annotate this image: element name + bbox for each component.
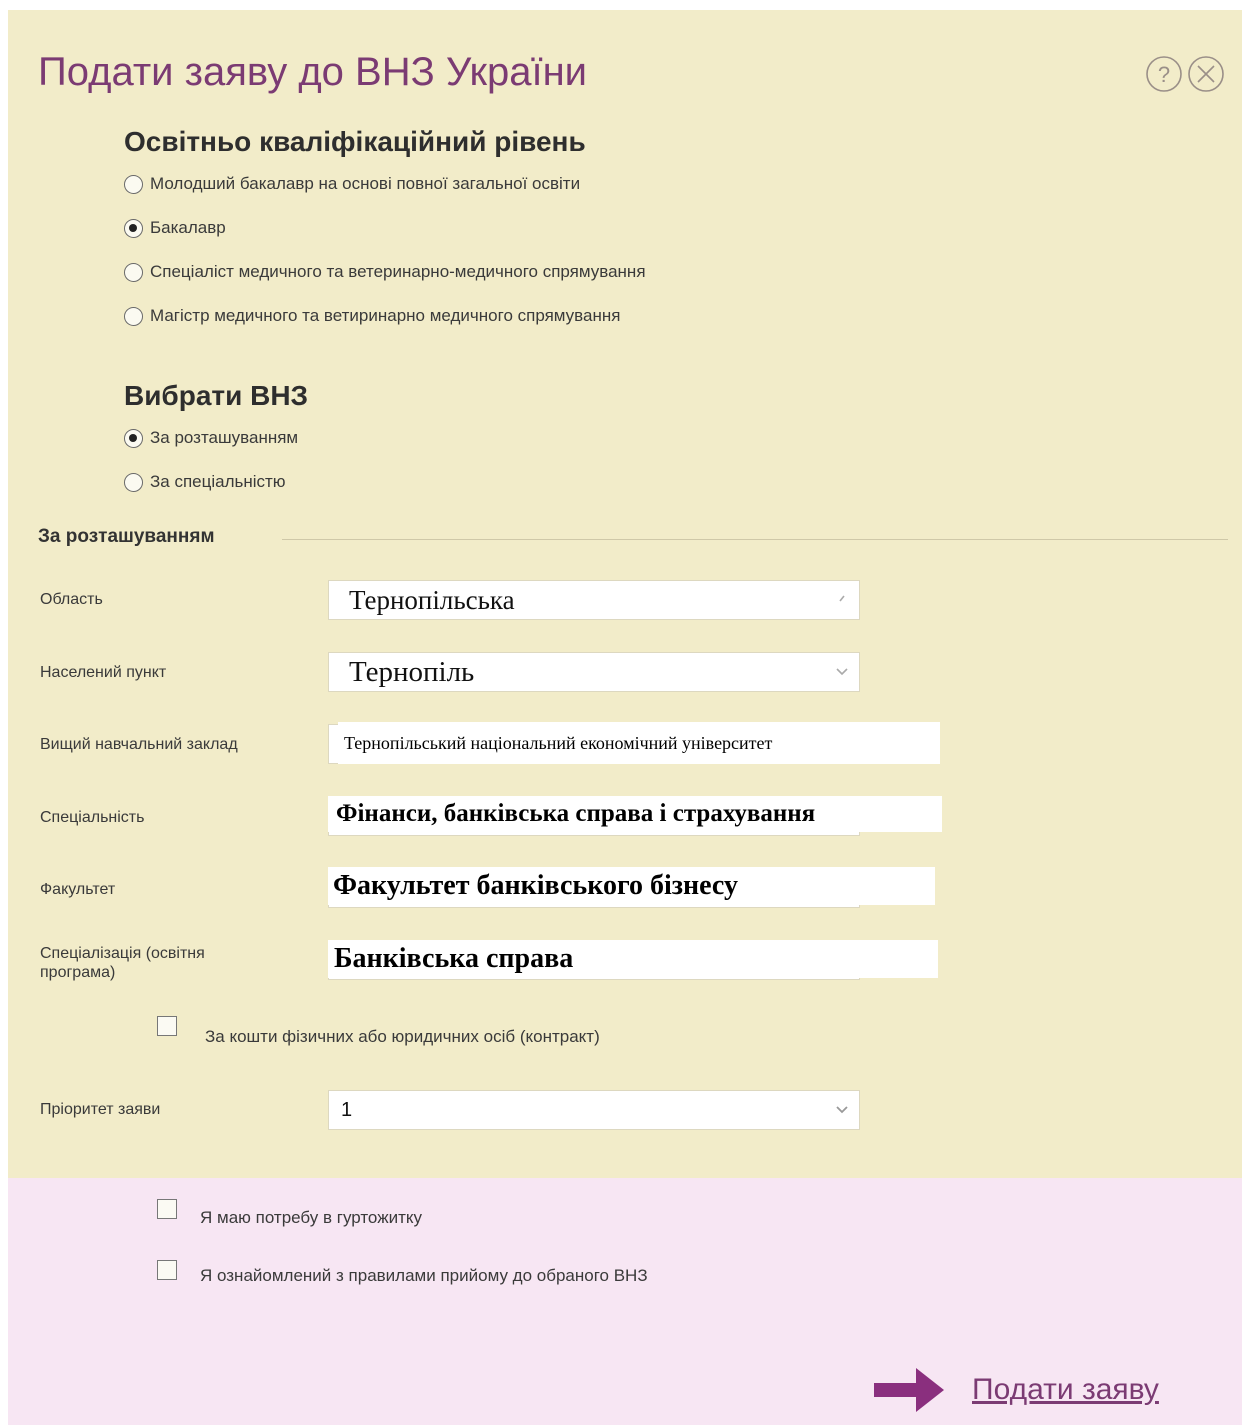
radio-medical-master[interactable]: Магістр медичного та ветиринарно медично…: [124, 304, 620, 328]
radio-label: Магістр медичного та ветиринарно медично…: [150, 306, 621, 325]
radio-button[interactable]: [124, 306, 143, 326]
contract-checkbox-label: За кошти фізичних або юридичних осіб (ко…: [205, 1027, 600, 1046]
city-label: Населений пункт: [40, 664, 167, 681]
chevron-down-icon: [836, 668, 848, 676]
priority-value: 1: [341, 1098, 353, 1121]
submit-link[interactable]: Подати заяву: [972, 1373, 1159, 1407]
faculty-value: Факультет банківського бізнесу: [328, 867, 935, 905]
region-label: Область: [40, 591, 103, 608]
specialty-label: Спеціальність: [40, 809, 145, 826]
radio-bachelor[interactable]: Бакалавр: [124, 216, 226, 240]
region-select[interactable]: Тернопільська: [328, 580, 860, 620]
radio-button-selected[interactable]: [124, 218, 143, 238]
priority-select[interactable]: 1: [328, 1090, 860, 1130]
choose-university-heading: Вибрати ВНЗ: [124, 380, 309, 411]
city-value: Тернопіль: [349, 655, 475, 688]
specialization-label: Спеціалізація (освітня програма): [40, 945, 205, 981]
location-section-title: За розташуванням: [38, 526, 215, 547]
radio-button-selected[interactable]: [124, 428, 143, 448]
contract-checkbox[interactable]: [157, 1016, 177, 1036]
rules-checkbox-label: Я ознайомлений з правилами прийому до об…: [200, 1266, 648, 1285]
radio-label: Бакалавр: [150, 218, 226, 237]
radio-label: За розташуванням: [150, 428, 299, 447]
region-value: Тернопільська: [349, 584, 515, 615]
chevron-down-icon: [836, 1106, 848, 1114]
svg-text:?: ?: [1158, 62, 1170, 87]
section-divider: [282, 539, 1228, 540]
radio-button[interactable]: [124, 472, 143, 492]
university-label: Вищий навчальний заклад: [40, 736, 238, 753]
radio-by-specialty[interactable]: За спеціальністю: [124, 470, 286, 494]
radio-label: Молодший бакалавр на основі повної загал…: [150, 174, 581, 193]
city-select[interactable]: Тернопіль: [328, 652, 860, 692]
radio-button[interactable]: [124, 174, 143, 194]
faculty-label: Факультет: [40, 881, 116, 898]
submit-application-button[interactable]: Подати заяву: [872, 1366, 1159, 1414]
dormitory-checkbox-label: Я маю потребу в гуртожитку: [200, 1208, 422, 1227]
radio-button[interactable]: [124, 262, 143, 282]
specialization-value: Банківська справа: [328, 940, 938, 978]
radio-medical-specialist[interactable]: Спеціаліст медичного та ветеринарно-меди…: [124, 260, 646, 284]
priority-label: Пріоритет заяви: [40, 1101, 161, 1118]
dialog-title: Подати заяву до ВНЗ України: [38, 50, 588, 94]
education-level-heading: Освітньо кваліфікаційний рівень: [124, 126, 586, 157]
dormitory-checkbox[interactable]: [157, 1199, 177, 1219]
radio-label: За спеціальністю: [150, 472, 286, 491]
arrow-right-icon: [874, 1368, 944, 1412]
radio-junior-bachelor[interactable]: Молодший бакалавр на основі повної загал…: [124, 172, 580, 196]
help-icon[interactable]: ?: [1144, 54, 1184, 94]
header-icons: ?: [1144, 54, 1228, 94]
close-icon[interactable]: [1186, 54, 1226, 94]
rules-checkbox[interactable]: [157, 1260, 177, 1280]
specialty-value: Фінанси, банківська справа і страхування: [328, 796, 942, 832]
radio-by-location[interactable]: За розташуванням: [124, 426, 298, 450]
chevron-down-icon: [839, 595, 845, 602]
radio-label: Спеціаліст медичного та ветеринарно-меди…: [150, 262, 646, 281]
university-value: Тернопільський національний економічний …: [338, 722, 940, 764]
